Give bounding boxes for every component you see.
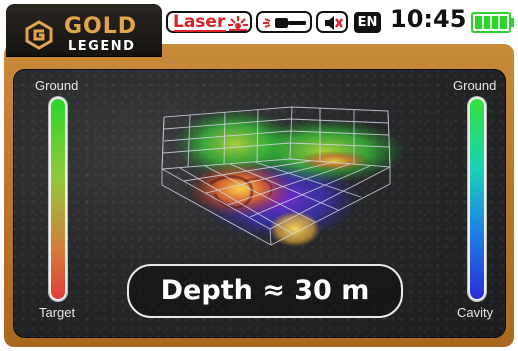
laser-label: Laser [173,12,226,32]
laser-beam-icon [228,16,248,31]
clock: 10:45 [390,5,467,33]
scan-display: Ground Target Ground Cavity Depth ≈ 30 m [13,69,506,338]
brand-logo: GOLD LEGEND [6,4,162,56]
target-scale-bar [49,97,67,301]
gold-legend-logo-icon [25,20,53,50]
cavity-scale-bar [468,97,486,301]
logo-title: GOLD [64,14,138,39]
sensor-probe-icon [263,18,306,28]
right-scale-top-label: Ground [453,78,497,93]
depth-readout: Depth ≈ 30 m [127,264,403,318]
sound-toggle[interactable] [316,11,348,33]
left-scale-bottom-label: Target [39,305,76,320]
3d-scan-visualization [161,106,405,247]
language-button[interactable]: EN [354,12,381,33]
left-scale-top-label: Ground [35,78,79,93]
probe-toggle[interactable] [256,11,312,33]
right-scale-bottom-label: Cavity [457,305,494,320]
status-bar: Laser EN 10:45 [166,5,516,37]
logo-subtitle: LEGEND [68,39,136,54]
laser-toggle[interactable]: Laser [166,11,252,33]
speaker-muted-icon [325,16,343,30]
laser-underline [174,30,226,32]
battery-icon [471,12,514,33]
